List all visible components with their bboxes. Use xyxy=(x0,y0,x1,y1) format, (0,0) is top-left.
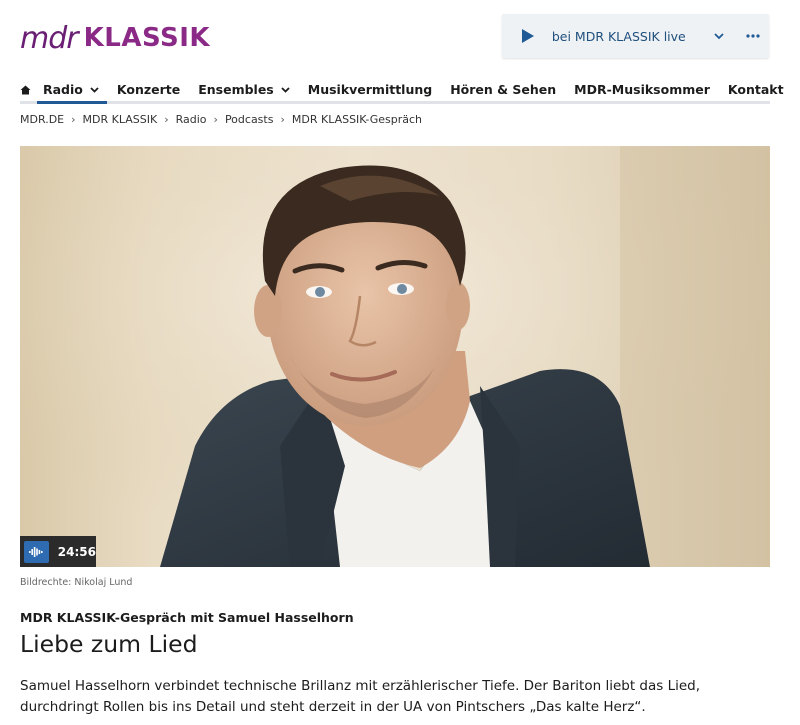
podcast-hero-image[interactable] xyxy=(20,146,770,567)
nav-item-label: MDR-Musiksommer xyxy=(574,82,710,97)
article-teaser: Samuel Hasselhorn verbindet technische B… xyxy=(20,678,701,715)
article-kicker: MDR KLASSIK-Gespräch mit Samuel Hasselho… xyxy=(20,610,354,625)
audio-duration: 24:56 xyxy=(57,544,96,559)
breadcrumb-separator-icon: › xyxy=(164,113,169,126)
breadcrumb-link[interactable]: Radio xyxy=(176,113,207,126)
image-credit: Bildrechte: Nikolaj Lund xyxy=(20,577,133,588)
nav-item-label: Ensembles xyxy=(198,82,274,97)
station-dropdown-button[interactable] xyxy=(707,14,731,58)
breadcrumb-separator-icon: › xyxy=(71,113,76,126)
nav-item-radio[interactable]: Radio xyxy=(37,78,107,104)
main-navigation: Radio Konzerte Ensembles Musikvermittlun… xyxy=(20,78,784,104)
home-icon xyxy=(20,85,31,94)
live-player: bei MDR KLASSIK live xyxy=(502,14,769,58)
nav-item-label: Musikvermittlung xyxy=(307,82,433,97)
chevron-down-icon xyxy=(714,32,724,39)
nav-item-ensembles[interactable]: Ensembles xyxy=(198,78,290,101)
more-icon xyxy=(746,34,760,38)
nav-item-musikvermittlung[interactable]: Musikvermittlung xyxy=(308,78,432,101)
nav-item-hoeren-sehen[interactable]: Hören & Sehen xyxy=(450,78,556,101)
breadcrumb: MDR.DE › MDR KLASSIK › Radio › Podcasts … xyxy=(20,113,422,126)
breadcrumb-separator-icon: › xyxy=(280,113,285,126)
play-icon xyxy=(521,29,534,43)
play-button[interactable] xyxy=(508,14,548,58)
nav-item-kontakt[interactable]: Kontakt xyxy=(728,78,784,101)
breadcrumb-link[interactable]: MDR.DE xyxy=(20,113,64,126)
logo-klassik-text: KLASSIK xyxy=(83,23,211,53)
nav-item-label: Kontakt xyxy=(727,82,784,97)
player-more-button[interactable] xyxy=(737,14,769,58)
nav-item-label: Hören & Sehen xyxy=(450,82,557,97)
nav-home[interactable] xyxy=(20,78,31,101)
article-headline: Liebe zum Lied xyxy=(20,630,198,658)
breadcrumb-separator-icon: › xyxy=(213,113,218,126)
nav-item-label: Konzerte xyxy=(116,82,181,97)
player-station-label[interactable]: bei MDR KLASSIK live xyxy=(552,29,701,44)
audio-wave-icon xyxy=(24,540,49,563)
nav-item-musiksommer[interactable]: MDR-Musiksommer xyxy=(574,78,710,101)
chevron-down-icon xyxy=(90,86,99,93)
breadcrumb-link[interactable]: MDR KLASSIK xyxy=(83,113,158,126)
nav-item-label: Radio xyxy=(43,82,83,97)
audio-duration-badge[interactable]: 24:56 xyxy=(20,536,96,567)
logo-mdr-text: mdr xyxy=(20,20,79,56)
breadcrumb-current: MDR KLASSIK-Gespräch xyxy=(291,113,423,126)
chevron-down-icon xyxy=(281,86,290,93)
nav-item-konzerte[interactable]: Konzerte xyxy=(117,78,180,101)
breadcrumb-link[interactable]: Podcasts xyxy=(225,113,274,126)
mdr-klassik-logo[interactable]: mdr KLASSIK xyxy=(20,18,210,58)
portrait-illustration xyxy=(20,146,770,567)
